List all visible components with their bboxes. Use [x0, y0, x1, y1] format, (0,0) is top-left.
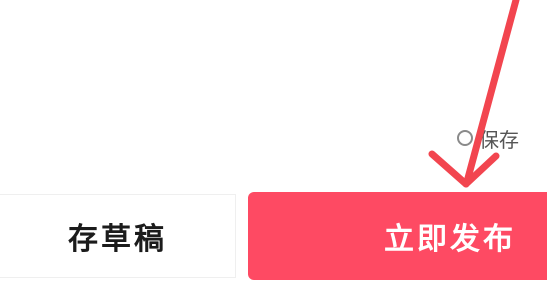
- publish-now-label: 立即发布: [384, 222, 516, 257]
- publish-now-button[interactable]: 立即发布: [248, 192, 547, 280]
- save-local-label: 保存: [479, 127, 519, 152]
- radio-circle-icon[interactable]: [457, 130, 473, 146]
- save-local-option[interactable]: 保存: [457, 124, 519, 152]
- save-draft-button[interactable]: 存草稿: [0, 194, 236, 278]
- save-draft-label: 存草稿: [68, 222, 167, 257]
